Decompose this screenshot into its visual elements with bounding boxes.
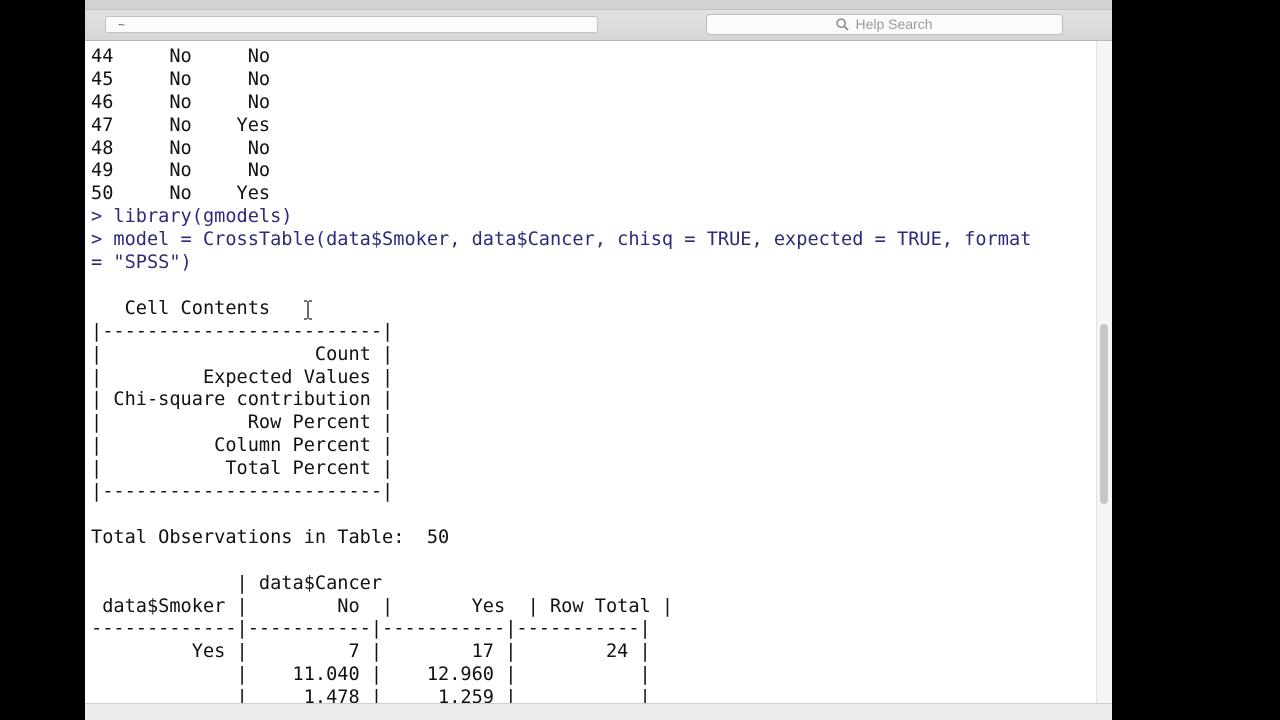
console-output-line: | Count | — [91, 343, 394, 365]
console-output-line: 50 No Yes — [91, 183, 271, 205]
console-output-line: | Chi-square contribution | — [91, 389, 394, 411]
toolbar: ~ Help Search — [85, 0, 1112, 41]
status-bar — [85, 703, 1112, 720]
console-scrollbar[interactable] — [1096, 41, 1112, 703]
scrollbar-thumb[interactable] — [1100, 324, 1108, 504]
console-command-line: > library(gmodels) — [91, 206, 293, 228]
console-command-line: = "SPSS") — [91, 252, 192, 273]
console-output-line: Total Observations in Table: 50 — [91, 526, 450, 548]
console-output-line: Yes | 7 | 17 | 24 | — [91, 641, 651, 663]
toolbar-top-strip — [85, 0, 1112, 10]
console-output-line: | 11.040 | 12.960 | | — [91, 664, 651, 686]
console-output-line: |-------------------------| — [91, 481, 394, 502]
console-output-line: |-------------------------| — [91, 320, 394, 342]
help-search-input[interactable]: Help Search — [706, 14, 1063, 35]
console-output-line: | 1.478 | 1.259 | | — [91, 687, 651, 703]
console-output-line: 44 No No — [91, 45, 271, 67]
console-output-line: 45 No No — [91, 68, 271, 90]
console-output-line: 48 No No — [91, 137, 271, 159]
console-output-line: -------------|-----------|-----------|--… — [91, 618, 651, 640]
console-output-line: | Total Percent | — [91, 458, 394, 480]
text-cursor-icon — [304, 300, 312, 320]
console-output-line: 46 No No — [91, 91, 271, 113]
r-console-window: ~ Help Search 43 No Yes44 No No45 No No4… — [85, 0, 1112, 720]
console-command-line: > model = CrossTable(data$Smoker, data$C… — [91, 229, 1032, 251]
console-output-line: Cell Contents — [91, 297, 271, 319]
console-output-line: data$Smoker | No | Yes | Row Total | — [91, 595, 674, 617]
console-output-line: 49 No No — [91, 160, 271, 182]
help-search-placeholder: Help Search — [855, 16, 933, 32]
search-icon — [836, 18, 850, 31]
console-output-line: | Column Percent | — [91, 435, 394, 457]
console-output-line: | data$Cancer — [91, 572, 383, 594]
console-output-line: 47 No Yes — [91, 114, 271, 136]
console-output-line: | Expected Values | — [91, 366, 394, 388]
console-output-line: | Row Percent | — [91, 412, 394, 434]
console-output[interactable]: 43 No Yes44 No No45 No No46 No No47 No Y… — [85, 41, 1095, 703]
working-directory-field[interactable]: ~ — [105, 16, 598, 33]
